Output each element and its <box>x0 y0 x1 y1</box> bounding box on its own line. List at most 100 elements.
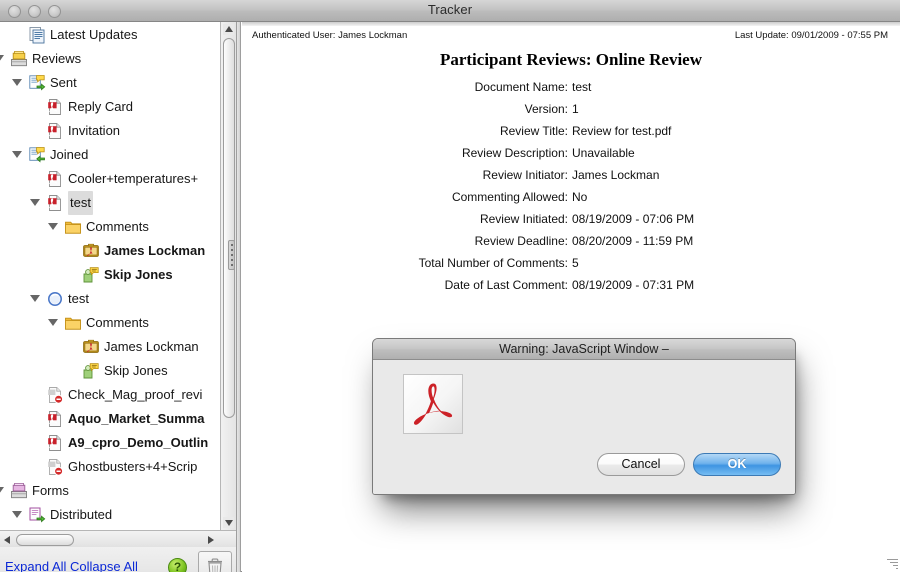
collapse-all-link[interactable]: Collapse All <box>70 559 138 572</box>
pdf-icon <box>46 122 64 140</box>
tree-item[interactable]: James Lockman <box>0 335 220 359</box>
horizontal-scrollbar-thumb[interactable] <box>16 534 74 546</box>
scroll-up-arrow-icon[interactable] <box>223 24 234 35</box>
review-field-label: Date of Last Comment: <box>444 278 568 292</box>
pane-split-grip[interactable] <box>228 240 235 270</box>
pdf-icon <box>46 170 64 188</box>
tree-viewport[interactable]: Latest Updates Reviews Sent Reply Card Invit… <box>0 22 220 530</box>
review-field-label: Review Description: <box>461 146 568 160</box>
scroll-right-arrow-icon[interactable] <box>205 534 216 545</box>
review-field-list: Document Name: test Version: 1 Review Title:… <box>242 80 900 300</box>
tree-item[interactable]: Skip Jones <box>0 263 220 287</box>
tree-item[interactable]: Reviews <box>0 47 220 71</box>
pane-divider[interactable] <box>236 22 241 572</box>
tree-item[interactable]: Comments <box>0 215 220 239</box>
review-field-row: Version: 1 <box>242 102 900 124</box>
authenticated-user-label: Authenticated User: James Lockman <box>252 30 408 41</box>
cancel-button[interactable]: Cancel <box>597 453 685 476</box>
review-field-label: Review Deadline: <box>474 234 568 248</box>
tree-item-label: Sent <box>50 75 77 90</box>
review-field-value: 08/19/2009 - 07:06 PM <box>572 212 695 226</box>
disclosure-triangle-icon[interactable] <box>30 295 40 302</box>
review-field-row: Review Initiator: James Lockman <box>242 168 900 190</box>
review-field-row: Review Description: Unavailable <box>242 146 900 168</box>
scroll-down-arrow-icon[interactable] <box>223 517 234 528</box>
review-field-row: Date of Last Comment: 08/19/2009 - 07:31 … <box>242 278 900 300</box>
pdf-icon <box>46 434 64 452</box>
review-field-label: Review Title: <box>499 124 568 138</box>
tree-item-label: James Lockman <box>104 243 206 258</box>
expand-all-link[interactable]: Expand All <box>5 559 66 572</box>
review-field-value: James Lockman <box>572 168 660 182</box>
acrobat-a-glyph-icon <box>413 383 453 425</box>
reviewer-pdf-icon <box>82 242 100 260</box>
review-field-row: Review Title: Review for test.pdf <box>242 124 900 146</box>
review-field-value: test <box>572 80 592 94</box>
reviewer-pdf-icon <box>82 338 100 356</box>
tree-item[interactable]: Sent <box>0 71 220 95</box>
help-icon[interactable]: ? <box>168 558 187 572</box>
tree-item[interactable]: Ghostbusters+4+Scrip <box>0 455 220 479</box>
tree-item-label: Ghostbusters+4+Scrip <box>68 459 198 474</box>
tree-horizontal-scrollbar[interactable] <box>0 530 236 547</box>
sent-review-icon <box>28 74 46 92</box>
disclosure-triangle-icon[interactable] <box>12 511 22 518</box>
trash-button[interactable] <box>198 551 232 572</box>
tree-item-label: James Lockman <box>104 339 199 354</box>
tree-item[interactable]: Distributed <box>0 503 220 527</box>
folder-icon <box>64 314 82 332</box>
tree-item[interactable]: test <box>0 287 220 311</box>
vertical-scrollbar-thumb[interactable] <box>223 38 235 418</box>
navigation-tree: Latest Updates Reviews Sent Reply Card Invit… <box>0 22 220 530</box>
disclosure-triangle-icon[interactable] <box>48 319 58 326</box>
tracker-window: Tracker Latest Updates Reviews Sent Reply C… <box>0 0 900 572</box>
review-field-label: Total Number of Comments: <box>418 256 568 270</box>
javascript-warning-dialog: Warning: JavaScript Window – Cancel OK <box>372 338 796 495</box>
disclosure-triangle-icon[interactable] <box>12 151 22 158</box>
tree-item-label: Comments <box>86 219 149 234</box>
tree-vertical-scrollbar[interactable] <box>220 22 236 530</box>
tree-item-label: Distributed <box>50 507 113 522</box>
pdf-icon <box>46 194 64 212</box>
tree-item[interactable]: test <box>0 191 220 215</box>
tree-item[interactable]: Cooler+temperatures+ <box>0 167 220 191</box>
reviews-tray-icon <box>10 50 28 68</box>
review-field-value: Review for test.pdf <box>572 124 672 138</box>
disclosure-triangle-icon[interactable] <box>0 487 4 494</box>
disclosure-triangle-icon[interactable] <box>48 223 58 230</box>
tree-item-label: Comments <box>86 315 149 330</box>
tree-item[interactable]: Invitation <box>0 119 220 143</box>
tree-item-label: Cooler+temperatures+ <box>68 171 199 186</box>
review-field-value: No <box>572 190 588 204</box>
tree-item[interactable]: Forms <box>0 479 220 503</box>
tree-item-label: Invitation <box>68 123 121 138</box>
reviewer-icon <box>82 266 100 284</box>
review-field-value: 1 <box>572 102 579 116</box>
tree-item[interactable]: Comments <box>0 311 220 335</box>
tree-item[interactable]: Aquo_Market_Summa <box>0 407 220 431</box>
tree-item-label: Reviews <box>32 51 82 66</box>
tree-item[interactable]: Joined <box>0 143 220 167</box>
pdf-icon <box>46 410 64 428</box>
window-resize-grip[interactable] <box>884 556 898 570</box>
dialog-title: Warning: JavaScript Window – <box>373 339 795 360</box>
tree-item[interactable]: Reply Card <box>0 95 220 119</box>
tree-item[interactable]: A9_cpro_Demo_Outlin <box>0 431 220 455</box>
distributed-icon <box>28 506 46 524</box>
reviewer-icon <box>82 362 100 380</box>
tree-item[interactable]: James Lockman <box>0 239 220 263</box>
disclosure-triangle-icon[interactable] <box>12 79 22 86</box>
review-field-value: Unavailable <box>572 146 635 160</box>
review-field-row: Commenting Allowed: No <box>242 190 900 212</box>
review-field-value: 08/20/2009 - 11:59 PM <box>572 234 694 248</box>
tree-item[interactable]: Check_Mag_proof_revi <box>0 383 220 407</box>
tree-item-label: Skip Jones <box>104 267 173 282</box>
tree-item[interactable]: Latest Updates <box>0 23 220 47</box>
disclosure-triangle-icon[interactable] <box>0 55 4 62</box>
review-field-label: Commenting Allowed: <box>451 190 568 204</box>
disclosure-triangle-icon[interactable] <box>30 199 40 206</box>
tree-item-label: Check_Mag_proof_revi <box>68 387 203 402</box>
ok-button[interactable]: OK <box>693 453 781 476</box>
scroll-left-arrow-icon[interactable] <box>2 534 13 545</box>
tree-item[interactable]: Skip Jones <box>0 359 220 383</box>
